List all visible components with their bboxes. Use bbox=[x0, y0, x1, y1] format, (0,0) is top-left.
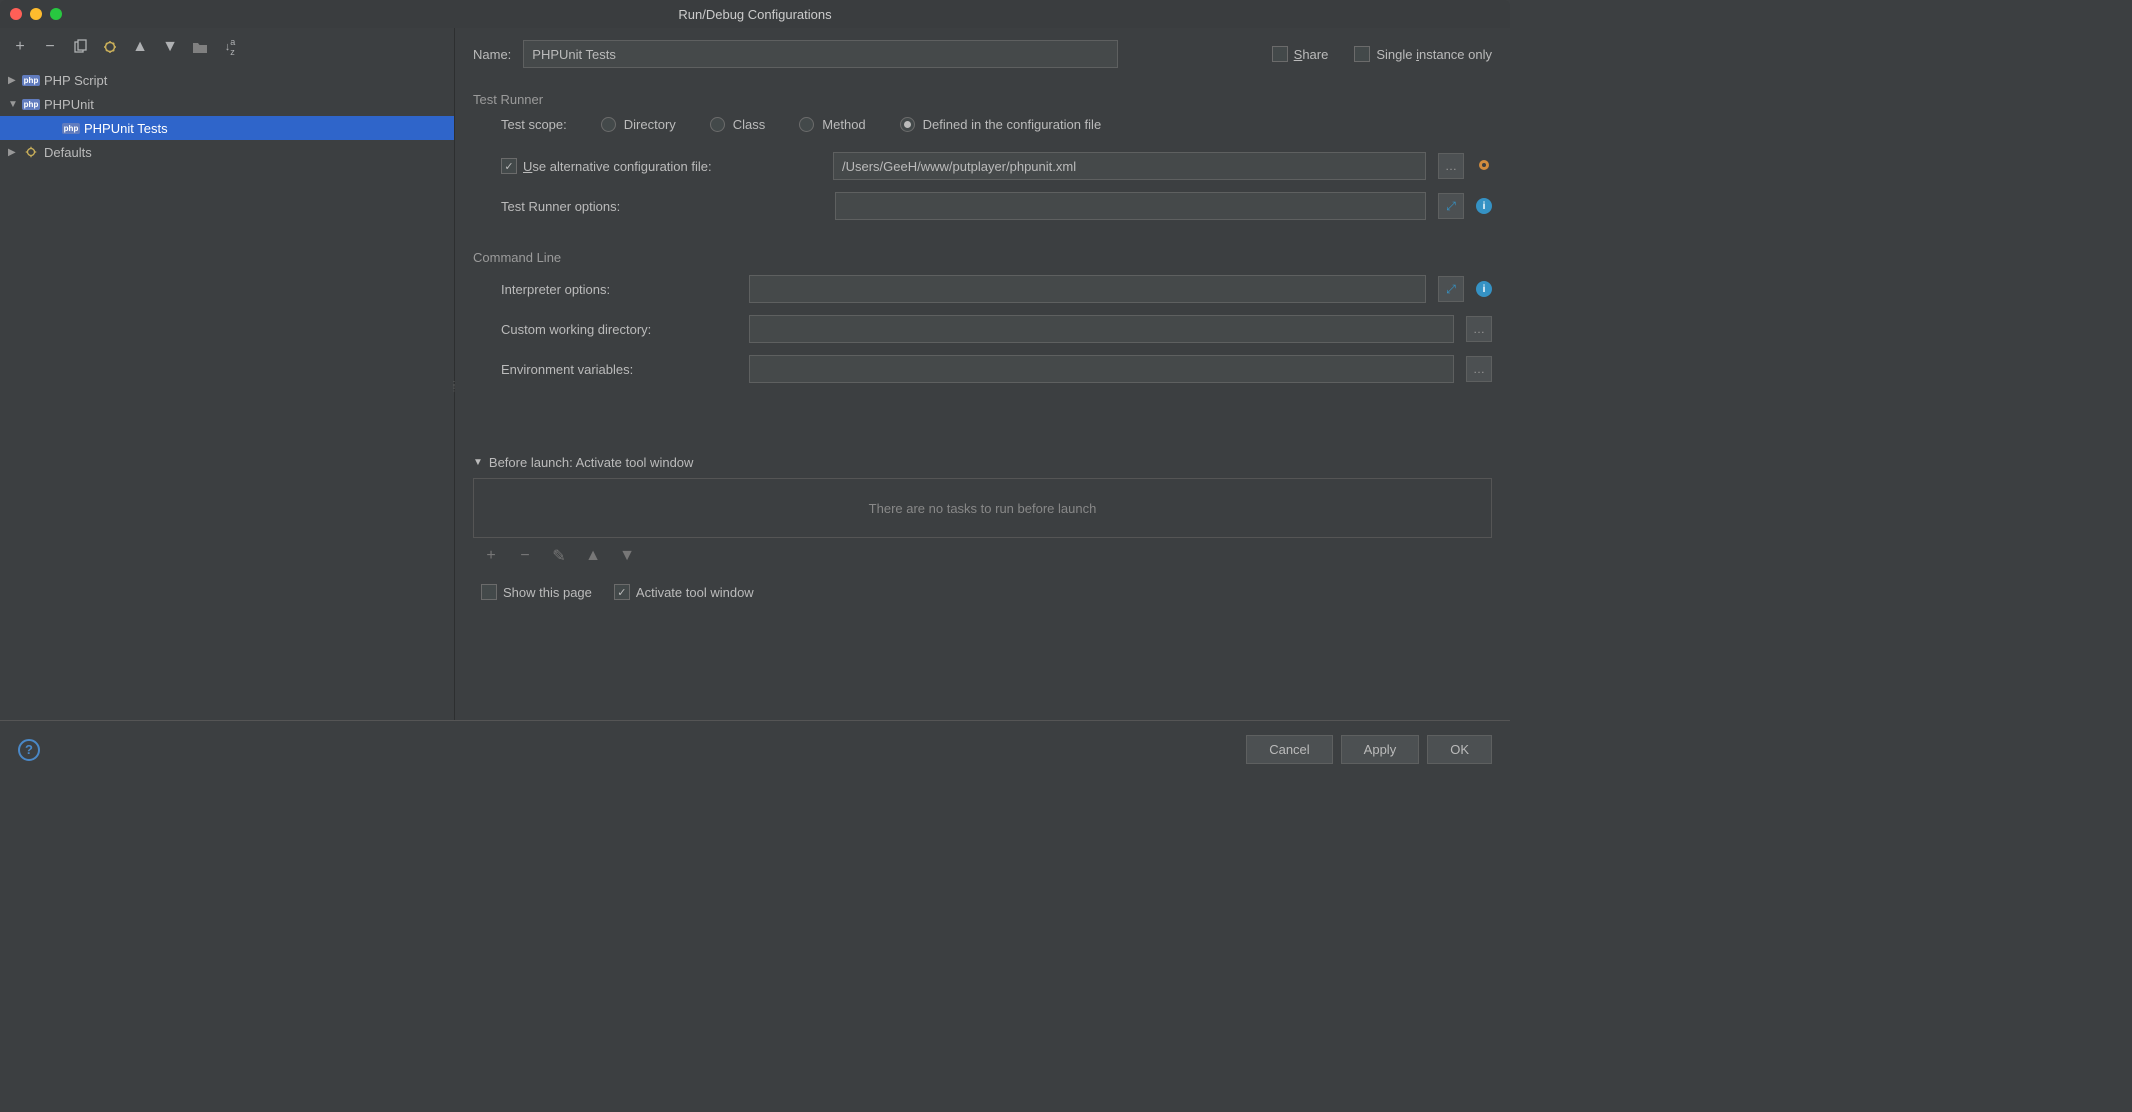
close-window-button[interactable] bbox=[10, 8, 22, 20]
tree-label: PHPUnit bbox=[44, 97, 94, 112]
resize-handle[interactable]: ⋮⋮ bbox=[450, 383, 458, 391]
working-dir-input[interactable] bbox=[749, 315, 1454, 343]
radio-directory[interactable]: Directory bbox=[601, 117, 676, 132]
test-runner-header: Test Runner bbox=[473, 92, 1492, 107]
single-instance-checkbox[interactable]: Single instance only bbox=[1354, 46, 1492, 62]
show-page-checkbox[interactable]: Show this page bbox=[481, 584, 592, 600]
env-vars-label: Environment variables: bbox=[501, 362, 737, 377]
browse-button[interactable]: … bbox=[1466, 316, 1492, 342]
config-settings-icon[interactable] bbox=[1476, 157, 1492, 176]
test-scope-group: Test scope: Directory Class Method Defin… bbox=[473, 117, 1492, 132]
chevron-down-icon: ▼ bbox=[473, 457, 483, 468]
info-icon[interactable]: i bbox=[1476, 198, 1492, 214]
checkbox-icon bbox=[1272, 46, 1288, 62]
name-input[interactable] bbox=[523, 40, 1118, 68]
browse-button[interactable]: … bbox=[1438, 153, 1464, 179]
browse-button[interactable]: … bbox=[1466, 356, 1492, 382]
tree-label: Defaults bbox=[44, 145, 92, 160]
command-line-header: Command Line bbox=[473, 250, 1492, 265]
working-dir-label: Custom working directory: bbox=[501, 322, 737, 337]
minimize-window-button[interactable] bbox=[30, 8, 42, 20]
main-panel: ⋮⋮ Name: SSharehare Single instance only… bbox=[455, 28, 1510, 720]
alt-config-path-input[interactable] bbox=[833, 152, 1426, 180]
add-task-button[interactable]: + bbox=[479, 544, 503, 568]
php-icon: php bbox=[62, 120, 80, 136]
remove-task-button[interactable]: − bbox=[513, 544, 537, 568]
folder-button[interactable] bbox=[188, 35, 212, 59]
gear-icon bbox=[22, 144, 40, 160]
checkbox-icon bbox=[1354, 46, 1370, 62]
remove-config-button[interactable]: − bbox=[38, 35, 62, 59]
env-vars-input[interactable] bbox=[749, 355, 1454, 383]
sidebar: + − ▲ ▼ ↓az ▶ php PHP Script ▼ php bbox=[0, 28, 455, 720]
tree-label: PHPUnit Tests bbox=[84, 121, 168, 136]
interpreter-options-input[interactable] bbox=[749, 275, 1426, 303]
checkbox-icon bbox=[481, 584, 497, 600]
expand-button[interactable]: ⤢ bbox=[1438, 193, 1464, 219]
apply-button[interactable]: Apply bbox=[1341, 735, 1420, 764]
move-up-button[interactable]: ▲ bbox=[581, 544, 605, 568]
edit-defaults-button[interactable] bbox=[98, 35, 122, 59]
radio-icon bbox=[710, 117, 725, 132]
activate-tool-checkbox[interactable]: Activate tool window bbox=[614, 584, 754, 600]
chevron-down-icon: ▼ bbox=[8, 99, 22, 110]
radio-icon bbox=[900, 117, 915, 132]
radio-method[interactable]: Method bbox=[799, 117, 865, 132]
move-up-button[interactable]: ▲ bbox=[128, 35, 152, 59]
edit-task-button[interactable]: ✎ bbox=[547, 544, 571, 568]
help-button[interactable]: ? bbox=[18, 739, 40, 761]
radio-class[interactable]: Class bbox=[710, 117, 766, 132]
empty-tasks-text: There are no tasks to run before launch bbox=[869, 501, 1097, 516]
share-checkbox[interactable]: SSharehare bbox=[1272, 46, 1329, 62]
radio-icon bbox=[799, 117, 814, 132]
tree-label: PHP Script bbox=[44, 73, 107, 88]
before-launch-header[interactable]: ▼ Before launch: Activate tool window bbox=[473, 455, 1492, 470]
checkbox-icon bbox=[501, 158, 517, 174]
share-label: SSharehare bbox=[1294, 47, 1329, 62]
php-icon: php bbox=[22, 72, 40, 88]
add-config-button[interactable]: + bbox=[8, 35, 32, 59]
window-title: Run/Debug Configurations bbox=[678, 7, 831, 22]
use-alt-config-checkbox[interactable]: Use alternative configuration file: bbox=[501, 158, 821, 174]
single-instance-label: Single instance only bbox=[1376, 47, 1492, 62]
use-alt-config-label: Use alternative configuration file: bbox=[523, 159, 712, 174]
interpreter-options-label: Interpreter options: bbox=[501, 282, 737, 297]
chevron-right-icon: ▶ bbox=[8, 147, 22, 158]
tree-item-phpunit-tests[interactable]: php PHPUnit Tests bbox=[0, 116, 454, 140]
tree-item-phpunit[interactable]: ▼ php PHPUnit bbox=[0, 92, 454, 116]
dialog-footer: ? Cancel Apply OK bbox=[0, 720, 1510, 778]
before-launch-toolbar: + − ✎ ▲ ▼ bbox=[473, 538, 1492, 568]
runner-options-label: Test Runner options: bbox=[501, 199, 719, 214]
checkbox-icon bbox=[614, 584, 630, 600]
titlebar: Run/Debug Configurations bbox=[0, 0, 1510, 28]
traffic-lights bbox=[10, 8, 62, 20]
sort-button[interactable]: ↓az bbox=[218, 35, 242, 59]
config-tree: ▶ php PHP Script ▼ php PHPUnit php PHPUn… bbox=[0, 66, 454, 720]
test-scope-label: Test scope: bbox=[501, 117, 567, 132]
cancel-button[interactable]: Cancel bbox=[1246, 735, 1332, 764]
copy-config-button[interactable] bbox=[68, 35, 92, 59]
maximize-window-button[interactable] bbox=[50, 8, 62, 20]
radio-config-file[interactable]: Defined in the configuration file bbox=[900, 117, 1102, 132]
ok-button[interactable]: OK bbox=[1427, 735, 1492, 764]
tree-item-php-script[interactable]: ▶ php PHP Script bbox=[0, 68, 454, 92]
runner-options-input[interactable] bbox=[835, 192, 1426, 220]
move-down-button[interactable]: ▼ bbox=[158, 35, 182, 59]
info-icon[interactable]: i bbox=[1476, 281, 1492, 297]
php-icon: php bbox=[22, 96, 40, 112]
radio-icon bbox=[601, 117, 616, 132]
before-launch-tasks: There are no tasks to run before launch bbox=[473, 478, 1492, 538]
chevron-right-icon: ▶ bbox=[8, 75, 22, 86]
name-label: Name: bbox=[473, 47, 511, 62]
move-down-button[interactable]: ▼ bbox=[615, 544, 639, 568]
tree-item-defaults[interactable]: ▶ Defaults bbox=[0, 140, 454, 164]
expand-button[interactable]: ⤢ bbox=[1438, 276, 1464, 302]
sidebar-toolbar: + − ▲ ▼ ↓az bbox=[0, 28, 454, 66]
